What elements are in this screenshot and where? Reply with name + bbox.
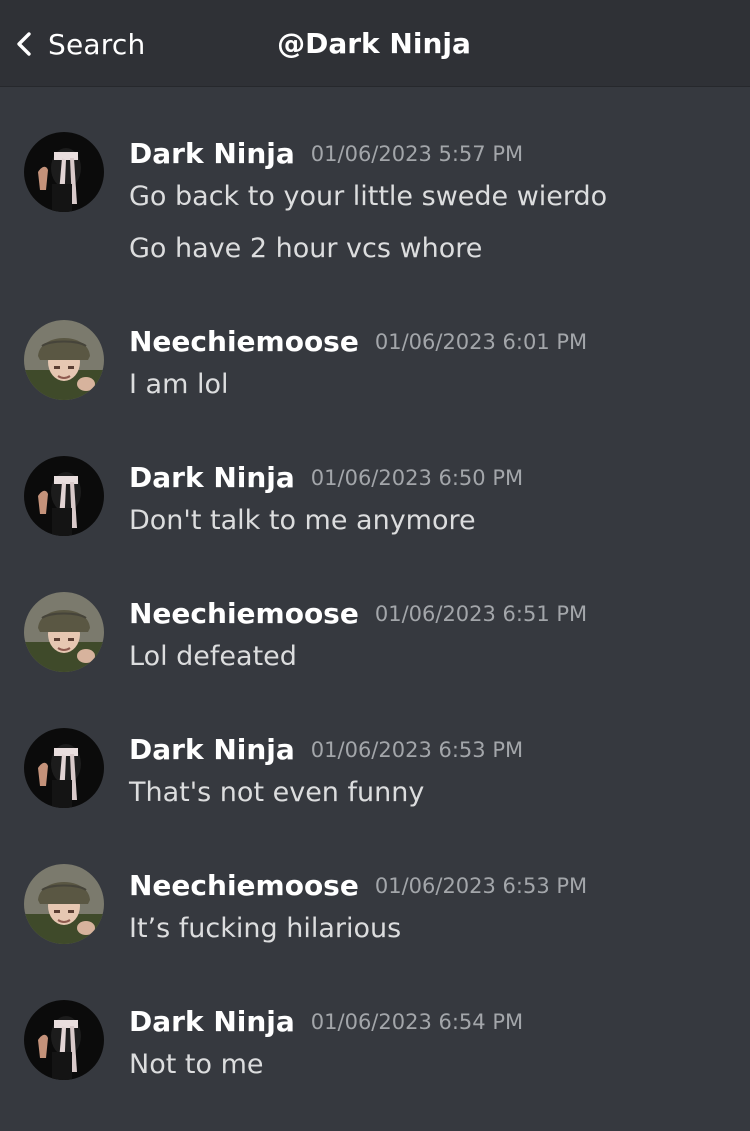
message-header: Neechiemoose 01/06/2023 6:53 PM [129,866,587,906]
username[interactable]: Neechiemoose [129,325,359,358]
ninja-avatar-icon [24,132,104,212]
avatar[interactable] [24,728,104,808]
avatar[interactable] [24,864,104,944]
avatar[interactable] [24,592,104,672]
ninja-avatar-icon [24,456,104,536]
top-bar: Search @Dark Ninja [0,0,750,87]
message-text: I am lol [129,369,229,400]
message-text: Go have 2 hour vcs whore [129,233,483,264]
message-header: Dark Ninja 01/06/2023 5:57 PM [129,134,523,174]
timestamp: 01/06/2023 6:53 PM [374,874,588,898]
timestamp: 01/06/2023 6:54 PM [310,1010,524,1034]
message-header: Neechiemoose 01/06/2023 6:01 PM [129,322,587,362]
timestamp: 01/06/2023 6:01 PM [374,330,588,354]
message-header: Dark Ninja 01/06/2023 6:53 PM [129,730,523,770]
username[interactable]: Neechiemoose [129,597,359,630]
username[interactable]: Dark Ninja [129,1005,295,1038]
timestamp: 01/06/2023 6:53 PM [310,738,524,762]
avatar[interactable] [24,1000,104,1080]
helmet-avatar-icon [24,592,104,672]
message-text: Not to me [129,1049,264,1080]
ninja-avatar-icon [24,728,104,808]
message-header: Dark Ninja 01/06/2023 6:50 PM [129,458,523,498]
avatar[interactable] [24,456,104,536]
message-text: It’s fucking hilarious [129,913,402,944]
avatar[interactable] [24,132,104,212]
timestamp: 01/06/2023 6:51 PM [374,602,588,626]
message-text: Lol defeated [129,641,297,672]
helmet-avatar-icon [24,864,104,944]
message-text: That's not even funny [129,777,425,808]
message-text: Go back to your little swede wierdo [129,181,608,212]
username[interactable]: Dark Ninja [129,461,295,494]
username[interactable]: Dark Ninja [129,733,295,766]
timestamp: 01/06/2023 5:57 PM [310,142,524,166]
timestamp: 01/06/2023 6:50 PM [310,466,524,490]
helmet-avatar-icon [24,320,104,400]
avatar[interactable] [24,320,104,400]
username[interactable]: Dark Ninja [129,137,295,170]
ninja-avatar-icon [24,1000,104,1080]
username[interactable]: Neechiemoose [129,869,359,902]
message-header: Dark Ninja 01/06/2023 6:54 PM [129,1002,523,1042]
message-header: Neechiemoose 01/06/2023 6:51 PM [129,594,587,634]
message-text: Don't talk to me anymore [129,505,476,536]
channel-title: @Dark Ninja [277,27,471,60]
